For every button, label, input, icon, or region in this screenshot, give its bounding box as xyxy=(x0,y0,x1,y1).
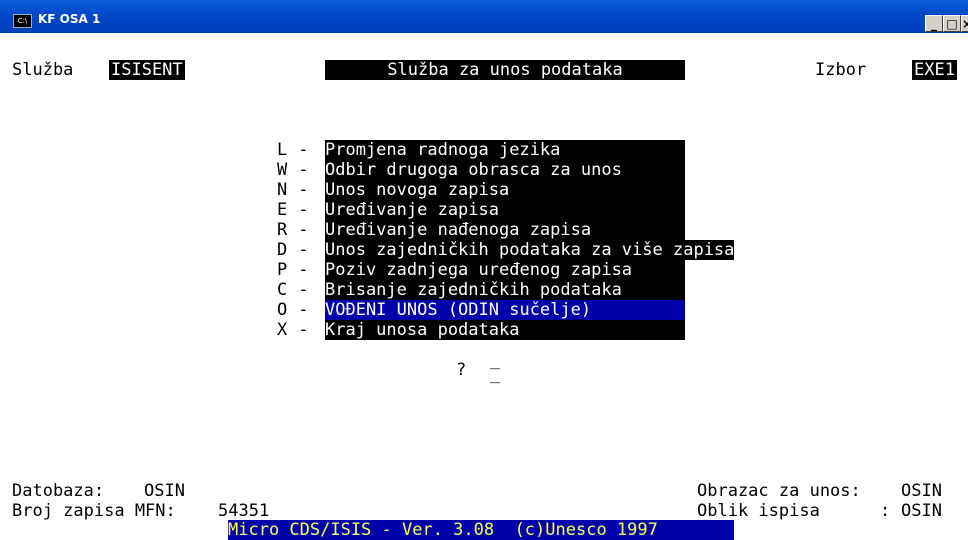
menu-key-l: L- xyxy=(277,140,309,160)
print-format-label: Oblik ispisa xyxy=(697,501,820,521)
menu-key-n: N- xyxy=(277,180,309,200)
form-value: OSIN xyxy=(901,481,942,501)
close-button[interactable]: × xyxy=(961,15,968,32)
menu-key-letter: X xyxy=(277,320,288,340)
menu-key-p: P- xyxy=(277,260,309,280)
form-label: Obrazac za unos: xyxy=(697,481,861,501)
menu-item-p[interactable]: Poziv zadnjega uređenog zapisa xyxy=(325,260,633,280)
menu-item-l[interactable]: Promjena radnoga jezika xyxy=(325,140,561,160)
menu-key-letter: N xyxy=(277,180,288,200)
title-bar[interactable]: C:\ KF OSA 1 _ □ × xyxy=(0,0,968,33)
database-value: OSIN xyxy=(144,481,185,501)
choice-label: Izbor xyxy=(815,60,867,80)
menu-key-d: D- xyxy=(277,240,309,260)
menu-key-r: R- xyxy=(277,220,309,240)
menu-key-separator: - xyxy=(298,260,309,280)
service-value: ISISENT xyxy=(109,60,185,80)
window-title: KF OSA 1 xyxy=(38,12,101,26)
print-format-separator: : xyxy=(880,501,891,521)
menu-key-o: O- xyxy=(277,300,309,320)
console-app-icon[interactable]: C:\ xyxy=(13,14,32,28)
menu-item-e[interactable]: Uređivanje zapisa xyxy=(325,200,499,220)
service-label: Služba xyxy=(12,60,74,80)
menu-key-letter: D xyxy=(277,240,288,260)
menu-key-separator: - xyxy=(298,220,309,240)
menu-item-d[interactable]: Unos zajedničkih podataka za više zapisa xyxy=(325,240,735,260)
menu-item-r[interactable]: Uređivanje nađenoga zapisa xyxy=(325,220,592,240)
menu-key-separator: - xyxy=(298,140,309,160)
print-format-value: OSIN xyxy=(901,501,942,521)
choice-value: EXE1 xyxy=(912,60,957,80)
prompt-question: ? xyxy=(456,360,467,380)
menu-key-x: X- xyxy=(277,320,309,340)
menu-key-separator: - xyxy=(298,300,309,320)
maximize-button[interactable]: □ xyxy=(943,15,961,32)
screen-title: Služba za unos podataka xyxy=(325,60,685,80)
menu-key-separator: - xyxy=(298,160,309,180)
records-value: 54351 xyxy=(218,501,270,521)
menu-key-letter: O xyxy=(277,300,288,320)
menu-item-o[interactable]: VOĐENI UNOS (ODIN sučelje) xyxy=(325,300,685,320)
menu-key-w: W- xyxy=(277,160,309,180)
menu-key-letter: R xyxy=(277,220,288,240)
menu-item-x[interactable]: Kraj unosa podataka xyxy=(325,320,520,340)
menu-key-letter: C xyxy=(277,280,288,300)
menu-key-letter: W xyxy=(277,160,288,180)
records-label: Broj zapisa MFN: xyxy=(12,501,176,521)
menu-key-letter: L xyxy=(277,140,288,160)
menu-key-c: C- xyxy=(277,280,309,300)
menu-key-separator: - xyxy=(298,320,309,340)
menu-key-separator: - xyxy=(298,240,309,260)
version-bar: Micro CDS/ISIS - Ver. 3.08 (c)Unesco 199… xyxy=(228,520,734,540)
menu-item-w[interactable]: Odbir drugoga obrasca za unos xyxy=(325,160,622,180)
menu-key-separator: - xyxy=(298,200,309,220)
menu-key-separator: - xyxy=(298,280,309,300)
minimize-button[interactable]: _ xyxy=(925,15,943,32)
database-label: Datobaza: xyxy=(12,481,105,501)
menu-item-c[interactable]: Brisanje zajedničkih podataka xyxy=(325,280,622,300)
menu-item-n[interactable]: Unos novoga zapisa xyxy=(325,180,510,200)
input-cursor[interactable]: _ xyxy=(490,364,500,384)
menu-key-letter: P xyxy=(277,260,288,280)
menu-key-letter: E xyxy=(277,200,288,220)
menu-key-e: E- xyxy=(277,200,309,220)
menu-key-separator: - xyxy=(298,180,309,200)
